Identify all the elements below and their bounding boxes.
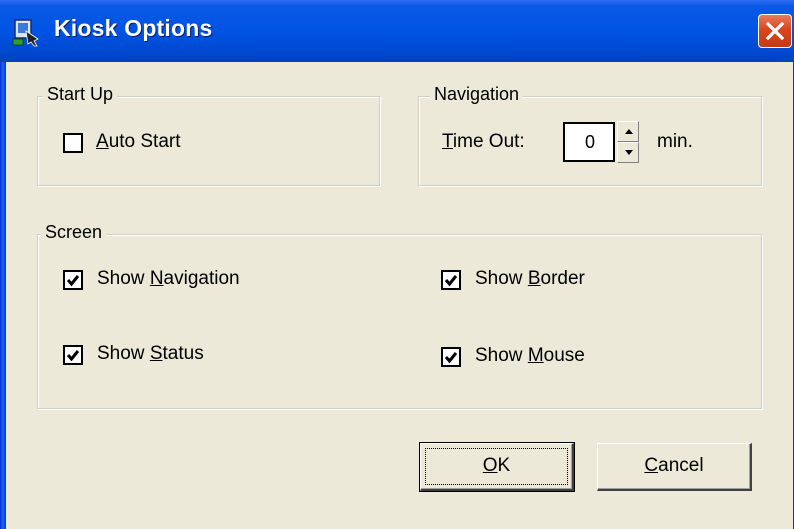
kiosk-options-dialog: Kiosk Options Start Up Auto Start Naviga… [0,0,794,529]
auto-start-label[interactable]: Auto Start [96,131,181,153]
screen-group-label: Screen [41,222,107,243]
show-mouse-label[interactable]: Show Mouse [475,345,585,367]
show-navigation-checkbox[interactable] [63,270,83,290]
spin-up-button[interactable] [617,121,639,142]
startup-group-label: Start Up [43,84,118,105]
window-title: Kiosk Options [54,15,213,41]
show-border-checkbox[interactable] [441,270,461,290]
show-status-label[interactable]: Show Status [97,343,204,365]
auto-start-checkbox[interactable] [63,133,83,153]
cancel-button-label: Cancel [644,455,704,476]
show-mouse-checkbox[interactable] [441,347,461,367]
checkmark-icon [444,275,458,287]
screen-group: Screen [37,222,762,409]
auto-start-mnemonic: A [96,131,109,152]
checkmark-icon [66,275,80,287]
ok-button-label: OK [482,455,511,476]
startup-group: Start Up [37,84,380,186]
timeout-spinner[interactable] [617,121,639,163]
title-bar[interactable]: Kiosk Options [0,0,794,62]
window-frame-left [0,62,6,529]
timeout-unit-label: min. [657,131,693,152]
checkmark-icon [66,350,80,362]
timeout-label: Time Out: [442,131,525,152]
cancel-button[interactable]: Cancel [597,443,752,491]
ok-button[interactable]: OK [419,442,575,492]
navigation-group-label: Navigation [430,84,524,105]
spin-down-button[interactable] [617,142,639,163]
timeout-input[interactable]: 0 [563,122,615,162]
show-status-checkbox[interactable] [63,345,83,365]
checkmark-icon [444,352,458,364]
kiosk-app-icon [12,17,42,47]
show-border-label[interactable]: Show Border [475,268,585,290]
close-button[interactable] [758,14,792,48]
show-navigation-label[interactable]: Show Navigation [97,268,240,290]
